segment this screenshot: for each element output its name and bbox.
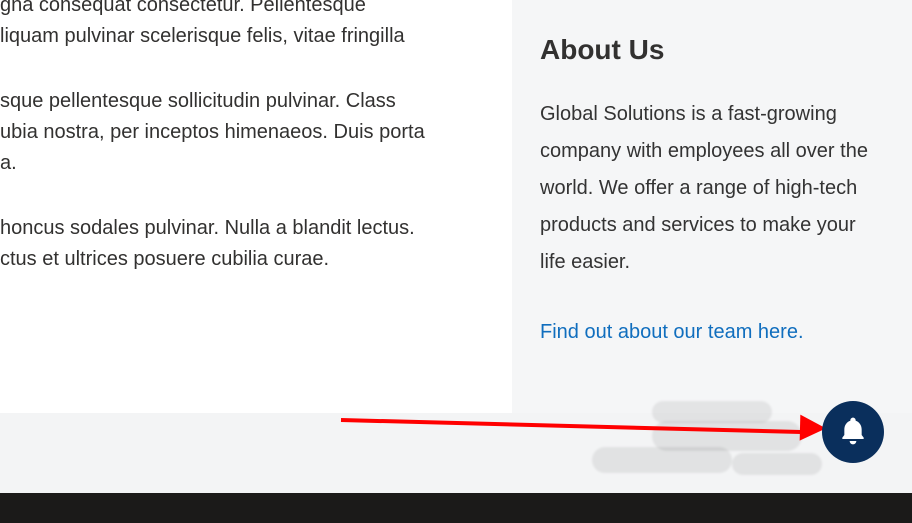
about-description: Global Solutions is a fast-growing compa… xyxy=(540,96,884,281)
body-text-line: gna consequat consectetur. Pellentesque … xyxy=(0,0,488,52)
smudge-mark xyxy=(652,401,772,423)
smudge-mark xyxy=(732,453,822,475)
body-text-line: honcus sodales pulvinar. Nulla a blandit… xyxy=(0,213,488,275)
about-team-link[interactable]: Find out about our team here. xyxy=(540,321,804,343)
smudge-mark xyxy=(592,447,732,473)
body-text-line: sque pellentesque sollicitudin pulvinar.… xyxy=(0,86,488,179)
notifications-bell-button[interactable] xyxy=(822,401,884,463)
about-heading: About Us xyxy=(540,34,884,66)
bell-icon xyxy=(837,415,869,450)
footer-bar xyxy=(0,493,912,523)
